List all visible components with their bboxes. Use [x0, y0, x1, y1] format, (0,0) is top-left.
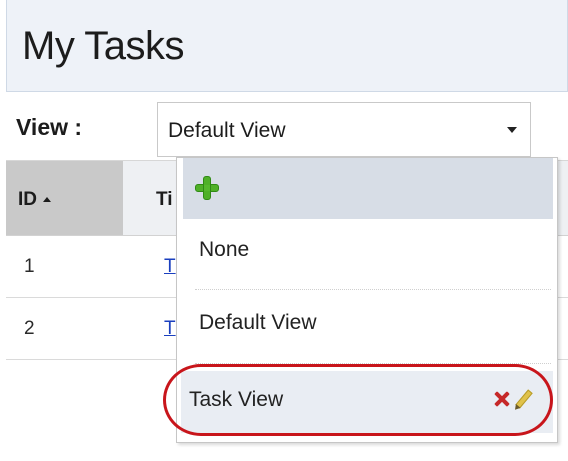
menu-divider: [195, 363, 551, 364]
view-label: View :: [16, 114, 83, 140]
view-option-none[interactable]: None: [199, 238, 249, 262]
row-id: 2: [24, 318, 35, 339]
plus-icon[interactable]: [195, 176, 219, 200]
column-header-id-label: ID: [18, 189, 37, 210]
chevron-down-icon[interactable]: [507, 127, 517, 133]
edit-icon[interactable]: [515, 389, 533, 409]
view-select[interactable]: Default View: [157, 102, 531, 157]
view-option-default-view[interactable]: Default View: [199, 311, 317, 335]
row-title-link[interactable]: T: [164, 318, 176, 340]
view-option-task-view-label: Task View: [189, 388, 284, 411]
delete-icon[interactable]: [494, 391, 510, 407]
view-select-value: Default View: [168, 119, 286, 142]
row-id: 1: [24, 256, 35, 277]
sort-ascending-icon: [43, 197, 51, 203]
menu-divider: [195, 289, 551, 290]
row-title-link[interactable]: T: [164, 256, 176, 278]
view-option-task-view[interactable]: Task View: [181, 371, 553, 433]
view-dropdown-menu: None Default View Task View: [176, 157, 558, 443]
column-header-title[interactable]: Ti: [156, 189, 173, 211]
column-header-id[interactable]: ID: [6, 161, 123, 235]
add-view-button[interactable]: [183, 158, 553, 219]
page-title: My Tasks: [22, 24, 184, 68]
